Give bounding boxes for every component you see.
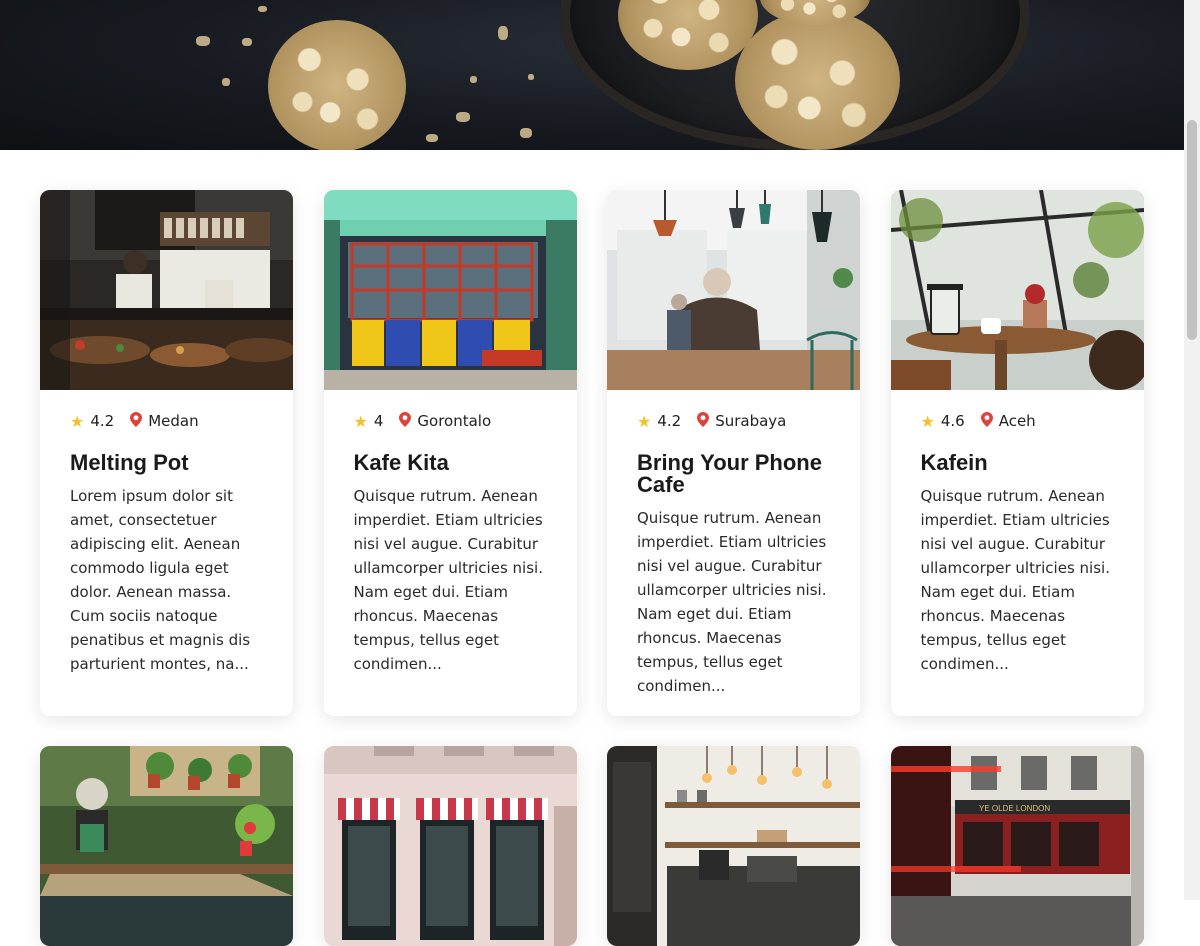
card-body: ★ 4.6 Aceh Kafein Quisque rutrum. Aenean… [891,390,1144,676]
page-scrollbar[interactable] [1184,0,1200,900]
cafe-photo: YE OLDE LONDON [890,746,1144,946]
rating-value: 4.2 [90,412,115,430]
cafe-card[interactable]: YE OLDE LONDON [890,746,1144,946]
hero-crumb [470,76,477,83]
card-title[interactable]: Bring Your Phone Cafe [637,452,830,496]
hero-crumb [222,78,230,86]
location-label: Surabaya [715,412,787,430]
svg-text:YE OLDE LONDON: YE OLDE LONDON [979,804,1050,813]
cafe-photo-coffee-bar [607,746,860,946]
rating-value: 4.2 [657,412,682,430]
cafe-photo-ye-olde-london: YE OLDE LONDON [890,746,1144,946]
location-label: Medan [148,412,199,430]
cafe-photo-bring-your-phone-cafe [607,190,860,390]
hero-crumb [456,112,470,122]
card-title[interactable]: Kafe Kita [354,452,547,474]
map-pin-icon [980,411,993,431]
hero-crumb [498,26,508,40]
hero-crumb [520,128,532,138]
star-icon: ★ [637,411,652,431]
card-meta: ★ 4.2 Medan [70,410,263,432]
cafe-photo [607,746,860,946]
cafe-photo-melting-pot [40,190,293,390]
hero-crumb [426,134,438,142]
hero-crumb [258,6,267,12]
cafe-photo [890,190,1144,390]
cafe-photo-kafein [890,190,1144,390]
location-label: Gorontalo [417,412,492,430]
hero-banner [0,0,1184,150]
card-body: ★ 4 Gorontalo Kafe Kita Quisque rutrum. … [324,390,577,676]
card-body: ★ 4.2 Surabaya Bring Your Phone Cafe Qui… [607,390,860,698]
cafe-card[interactable] [40,746,293,946]
cafe-photo [323,746,577,946]
map-pin-icon [399,411,412,431]
hero-crumb [196,36,210,46]
star-icon: ★ [70,411,85,431]
cafe-card[interactable] [323,746,577,946]
cafe-photo [40,746,293,946]
star-icon: ★ [353,411,368,431]
card-title[interactable]: Melting Pot [70,452,263,474]
map-pin-icon [697,411,710,431]
star-icon: ★ [920,411,935,431]
cafe-card[interactable] [607,746,860,946]
cafe-card[interactable]: ★ 4 Gorontalo Kafe Kita Quisque rutrum. … [323,190,577,716]
cafe-photo [607,190,860,390]
cafe-photo [323,190,577,390]
scrollbar-thumb[interactable] [1187,120,1197,340]
hero-cookie-image [268,20,406,150]
card-meta: ★ 4.2 Surabaya [637,410,830,432]
rating-value: 4.6 [940,412,965,430]
map-pin-icon [130,411,143,431]
card-description: Quisque rutrum. Aenean imperdiet. Etiam … [920,487,1110,673]
hero-crumb [242,38,252,46]
cafe-photo [40,190,293,390]
hero-cookie-image [735,10,900,150]
cafe-card[interactable]: ★ 4.6 Aceh Kafein Quisque rutrum. Aenean… [890,190,1144,716]
cafe-photo-storefront [323,746,577,946]
cafe-photo-garden-terrace [40,746,293,946]
location-label: Aceh [998,412,1036,430]
rating-value: 4 [373,412,384,430]
card-body: ★ 4.2 Medan Melting Pot Lorem ipsum dolo… [40,390,293,676]
card-description: Quisque rutrum. Aenean imperdiet. Etiam … [353,487,543,673]
card-meta: ★ 4.6 Aceh [921,410,1114,432]
card-title[interactable]: Kafein [921,452,1114,474]
card-description: Lorem ipsum dolor sit amet, consectetuer… [70,487,251,673]
cafe-card-grid: ★ 4.2 Medan Melting Pot Lorem ipsum dolo… [40,190,1144,946]
cafe-photo-kafe-kita [323,190,577,390]
card-meta: ★ 4 Gorontalo [354,410,547,432]
cafe-card[interactable]: ★ 4.2 Surabaya Bring Your Phone Cafe Qui… [607,190,860,716]
cafe-card[interactable]: ★ 4.2 Medan Melting Pot Lorem ipsum dolo… [40,190,293,716]
hero-crumb [528,74,534,80]
card-description: Quisque rutrum. Aenean imperdiet. Etiam … [637,509,827,695]
